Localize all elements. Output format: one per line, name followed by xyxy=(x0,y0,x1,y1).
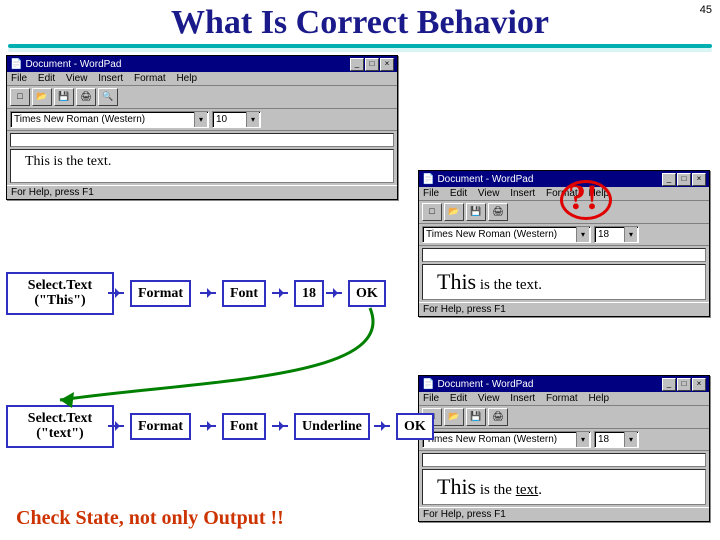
menu-insert[interactable]: Insert xyxy=(98,73,123,84)
menu-help[interactable]: Help xyxy=(588,393,609,404)
menu-file[interactable]: File xyxy=(423,188,439,199)
font-name-combo[interactable]: Times New Roman (Western) xyxy=(422,226,591,243)
app-icon: 📄 xyxy=(422,379,434,390)
step-select-this: Select.Text ("This") xyxy=(6,272,114,315)
wordpad-window-3: 📄 Document - WordPad _ □ × File Edit Vie… xyxy=(418,375,710,522)
doc3-mid: is the xyxy=(476,482,516,498)
window-title: Document - WordPad xyxy=(25,59,121,70)
menu-view[interactable]: View xyxy=(478,393,500,404)
step-select-text: Select.Text ("text") xyxy=(6,405,114,448)
maximize-button[interactable]: □ xyxy=(677,173,691,186)
status-bar: For Help, press F1 xyxy=(7,185,397,199)
menubar: File Edit View Insert Format Help xyxy=(419,392,709,406)
bottom-message: Check State, not only Output !! xyxy=(16,507,284,530)
menu-format[interactable]: Format xyxy=(134,73,166,84)
wordpad-window-1: 📄 Document - WordPad _ □ × File Edit Vie… xyxy=(6,55,398,200)
app-icon: 📄 xyxy=(422,174,434,185)
menu-insert[interactable]: Insert xyxy=(510,393,535,404)
menu-edit[interactable]: Edit xyxy=(38,73,55,84)
doc2-big: This xyxy=(437,269,476,294)
arrow-icon xyxy=(374,425,390,427)
font-size-combo[interactable]: 18 xyxy=(594,431,639,448)
print-icon[interactable]: 🖨 xyxy=(488,203,508,221)
step-font-2: Font xyxy=(222,413,266,440)
close-button[interactable]: × xyxy=(692,378,706,391)
menu-view[interactable]: View xyxy=(478,188,500,199)
toolbar-main: □ 📂 💾 🖨 xyxy=(419,406,709,429)
menu-view[interactable]: View xyxy=(66,73,88,84)
close-button[interactable]: × xyxy=(380,58,394,71)
open-icon[interactable]: 📂 xyxy=(32,88,52,106)
title-underline xyxy=(8,44,712,48)
arrow-icon xyxy=(108,425,124,427)
document-area-3[interactable]: This is the text. xyxy=(422,469,706,505)
ruler xyxy=(422,248,706,262)
step-ok-2: OK xyxy=(396,413,434,440)
titlebar: 📄 Document - WordPad _ □ × xyxy=(419,171,709,187)
window-title: Document - WordPad xyxy=(437,379,533,390)
maximize-button[interactable]: □ xyxy=(677,378,691,391)
print-icon[interactable]: 🖨 xyxy=(488,408,508,426)
status-bar: For Help, press F1 xyxy=(419,302,709,316)
print-icon[interactable]: 🖨 xyxy=(76,88,96,106)
new-icon[interactable]: □ xyxy=(422,203,442,221)
page-number: 45 xyxy=(700,4,712,16)
arrow-icon xyxy=(326,292,342,294)
doc3-suffix: . xyxy=(538,482,542,498)
font-name-combo[interactable]: Times New Roman (Western) xyxy=(422,431,591,448)
status-bar: For Help, press F1 xyxy=(419,507,709,521)
save-icon[interactable]: 💾 xyxy=(54,88,74,106)
toolbar-format: Times New Roman (Western) 18 xyxy=(419,429,709,451)
maximize-button[interactable]: □ xyxy=(365,58,379,71)
find-icon[interactable]: 🔍 xyxy=(98,88,118,106)
step-format-2: Format xyxy=(130,413,191,440)
menubar: File Edit View Insert Format Help xyxy=(7,72,397,86)
step-format-1: Format xyxy=(130,280,191,307)
minimize-button[interactable]: _ xyxy=(662,378,676,391)
save-icon[interactable]: 💾 xyxy=(466,408,486,426)
menu-file[interactable]: File xyxy=(11,73,27,84)
toolbar-format: Times New Roman (Western) 10 xyxy=(7,109,397,131)
step-18: 18 xyxy=(294,280,324,307)
toolbar-main: □ 📂 💾 🖨 🔍 xyxy=(7,86,397,109)
toolbar-format: Times New Roman (Western) 18 xyxy=(419,224,709,246)
font-size-combo[interactable]: 18 xyxy=(594,226,639,243)
doc2-rest: is the text. xyxy=(476,277,542,293)
open-icon[interactable]: 📂 xyxy=(444,408,464,426)
ruler xyxy=(10,133,394,147)
doc3-underlined: text xyxy=(516,482,539,498)
document-area-1[interactable]: This is the text. xyxy=(10,149,394,183)
arrow-icon xyxy=(272,425,288,427)
menu-edit[interactable]: Edit xyxy=(450,393,467,404)
app-icon: 📄 xyxy=(10,59,22,70)
font-size-combo[interactable]: 10 xyxy=(212,111,261,128)
titlebar: 📄 Document - WordPad _ □ × xyxy=(7,56,397,72)
callout-text: ?! xyxy=(568,176,598,218)
step-font-1: Font xyxy=(222,280,266,307)
minimize-button[interactable]: _ xyxy=(662,173,676,186)
menu-edit[interactable]: Edit xyxy=(450,188,467,199)
ruler xyxy=(422,453,706,467)
step-ok-1: OK xyxy=(348,280,386,307)
doc3-big: This xyxy=(437,474,476,499)
font-name-combo[interactable]: Times New Roman (Western) xyxy=(10,111,209,128)
arrow-icon xyxy=(272,292,288,294)
arrow-icon xyxy=(200,292,216,294)
menu-insert[interactable]: Insert xyxy=(510,188,535,199)
menu-file[interactable]: File xyxy=(423,393,439,404)
document-area-2[interactable]: This is the text. xyxy=(422,264,706,300)
minimize-button[interactable]: _ xyxy=(350,58,364,71)
window-title: Document - WordPad xyxy=(437,174,533,185)
slide-title: What Is Correct Behavior xyxy=(0,0,720,42)
new-icon[interactable]: □ xyxy=(10,88,30,106)
menu-format[interactable]: Format xyxy=(546,393,578,404)
close-button[interactable]: × xyxy=(692,173,706,186)
arrow-icon xyxy=(108,292,124,294)
menu-help[interactable]: Help xyxy=(176,73,197,84)
save-icon[interactable]: 💾 xyxy=(466,203,486,221)
step-underline: Underline xyxy=(294,413,370,440)
arrow-icon xyxy=(200,425,216,427)
open-icon[interactable]: 📂 xyxy=(444,203,464,221)
titlebar: 📄 Document - WordPad _ □ × xyxy=(419,376,709,392)
